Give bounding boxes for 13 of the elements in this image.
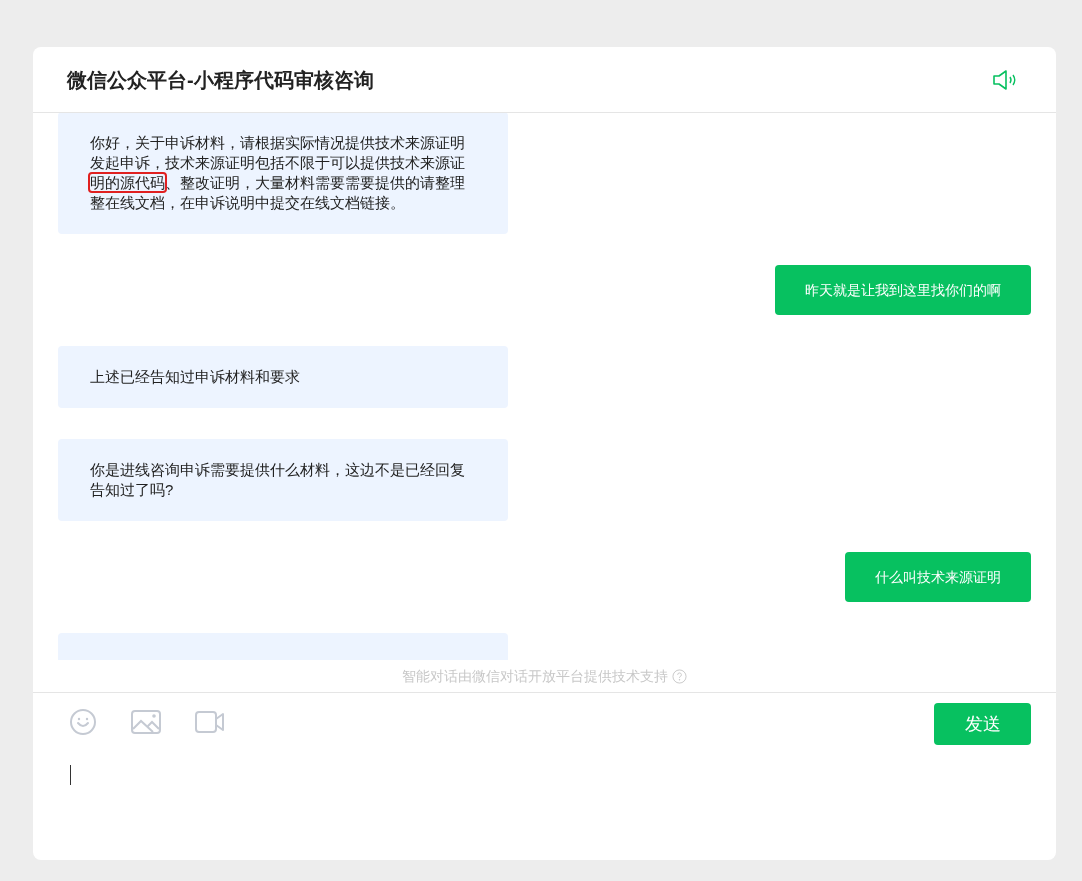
emoji-icon[interactable] (69, 708, 97, 736)
chat-title: 微信公众平台-小程序代码审核咨询 (67, 67, 374, 93)
video-icon[interactable] (195, 711, 225, 733)
message-text: 昨天就是让我到这里找你们的啊 (805, 281, 1001, 300)
message-text: 上述已经告知过申诉材料和要求 (90, 367, 301, 387)
image-icon[interactable] (131, 710, 161, 734)
text-cursor (70, 765, 71, 785)
speaker-icon[interactable] (992, 68, 1018, 91)
message-text: 你好，关于申诉材料，请根据实际情况提供技术来源证明发起申诉，技术来源证明包括不限于可以提供技术来源证 明的源代码、整改证明，大量材料需要需要提供的请整理整在线文档，在申诉说明中提交在线文档链接。 (90, 133, 466, 213)
send-button[interactable]: 发送 (934, 703, 1031, 745)
help-icon[interactable] (672, 668, 687, 684)
message-text: 你是进线咨询申诉需要提供什么材料，这边不是已经回复告知过了吗? (90, 460, 466, 500)
message-text: 什么叫技术来源证明 (875, 568, 1001, 587)
